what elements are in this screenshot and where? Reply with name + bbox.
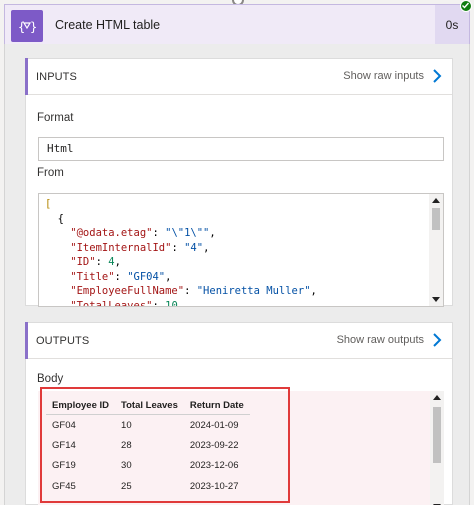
duration-value: 0s [445,18,459,32]
section-accent [25,322,28,359]
inputs-title: INPUTS [36,71,77,83]
code-line: { [45,212,317,227]
highlight-annotation [40,387,290,503]
format-field: Html [38,137,444,161]
chevron-right-icon[interactable] [430,68,444,84]
body-scrollbar[interactable] [430,391,444,505]
code-token: : [171,241,185,254]
code-token: "ID" [45,256,96,268]
code-line: "EmployeeFullName": "Heniretta Muller", [45,284,317,299]
scroll-thumb[interactable] [433,407,441,463]
code-token: "\"1\"" [165,227,210,239]
scroll-up-icon[interactable] [432,198,440,203]
code-token: "@odata.etag" [45,227,153,239]
code-token: "Title" [45,270,115,283]
outputs-section: OUTPUTS Show raw outputs Body Employee I… [25,322,453,505]
format-value: Html [47,142,74,155]
show-raw-outputs-link[interactable]: Show raw outputs [337,334,424,346]
outputs-header: OUTPUTS Show raw outputs [25,322,452,359]
code-line: "@odata.etag": "\"1\"", [45,226,317,241]
svg-text:}: } [30,20,37,34]
code-token: [ [45,198,52,210]
code-token: , [177,299,185,307]
json-code: [ { "@odata.etag": "\"1\"", "ItemInterna… [45,197,317,307]
scroll-thumb[interactable] [432,208,440,230]
scroll-up-icon[interactable] [433,395,441,400]
code-token: "Heniretta Muller" [196,285,311,297]
code-line: "Title": "GF04", [45,270,317,285]
chevron-right-icon[interactable] [430,332,444,348]
code-token: , [114,256,121,268]
body-label: Body [37,373,64,385]
outputs-title: OUTPUTS [36,335,90,347]
inputs-section: INPUTS Show raw inputs Format Html From … [25,58,453,307]
action-title: Create HTML table [55,18,161,32]
code-token: : [95,256,109,268]
code-token: : [184,285,197,297]
code-token: , [203,241,210,254]
section-accent [25,58,28,95]
code-line: "ItemInternalId": "4", [45,241,317,256]
success-check-icon [460,0,472,12]
code-token: { [45,212,64,225]
code-token: "EmployeeFullName" [45,285,185,297]
inputs-header: INPUTS Show raw inputs [25,58,452,95]
code-token: 10 [165,299,178,307]
from-code-view[interactable]: [ { "@odata.etag": "\"1\"", "ItemInterna… [38,193,444,307]
from-label: From [37,167,64,179]
code-token: : [114,270,128,283]
code-token: : [152,227,166,239]
code-token: "TotalLeaves" [45,299,153,307]
code-token: , [165,270,172,283]
code-token: , [209,227,216,239]
table-action-icon: { } [11,10,43,42]
code-line: "ID": 4, [45,255,317,270]
action-card-body: INPUTS Show raw inputs Format Html From … [4,44,470,505]
format-label: Format [37,112,74,124]
show-raw-inputs-link[interactable]: Show raw inputs [343,70,424,82]
action-card-header[interactable]: { } Create HTML table 0s [4,0,472,45]
code-token: "GF04" [127,270,166,283]
code-line: "TotalLeaves": 10, [45,299,317,307]
code-token: "ItemInternalId" [45,241,172,254]
code-token: "4" [184,241,204,254]
code-line: [ [45,197,317,212]
code-scrollbar[interactable] [429,194,443,306]
scroll-down-icon[interactable] [432,297,440,302]
svg-text:{: { [18,20,25,34]
code-token: , [310,285,317,297]
code-token: : [152,299,166,307]
